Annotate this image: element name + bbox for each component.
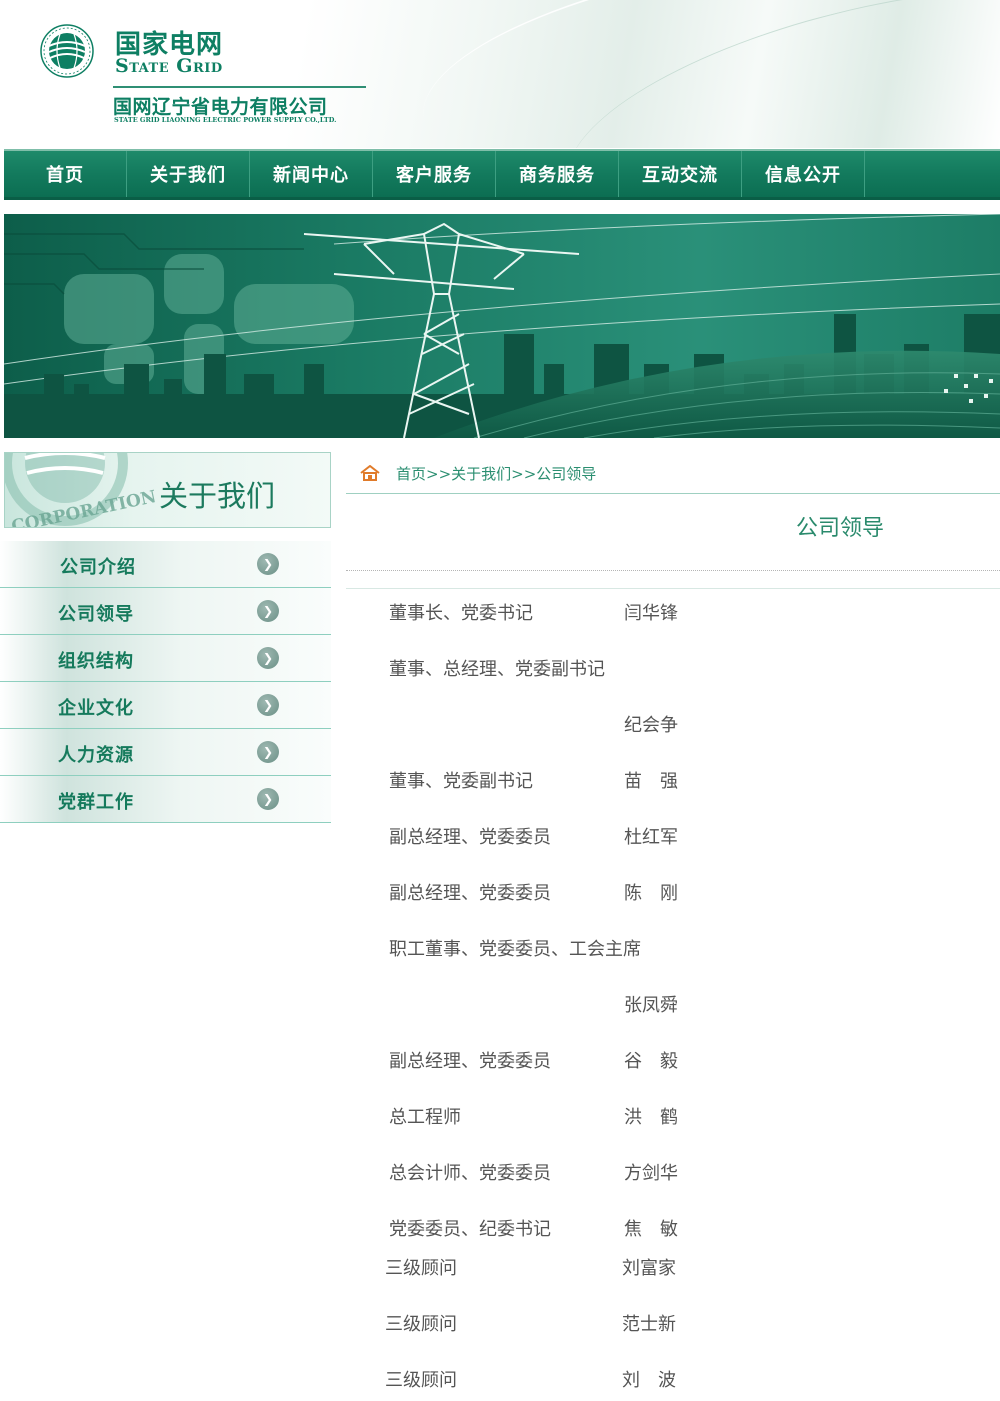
leader-name: 谷 毅 — [624, 1051, 678, 1072]
advisor-title: 三级顾问 — [385, 1258, 457, 1279]
leader-name: 陈 刚 — [624, 883, 678, 904]
leaders-list: 董事长、党委书记 闫华锋 董事、总经理、党委副书记 纪会争 董事、党委副书记 苗… — [0, 0, 1000, 1401]
advisor-name: 刘 波 — [622, 1370, 676, 1391]
leader-name: 焦 敏 — [624, 1219, 678, 1240]
advisor-name: 刘富家 — [622, 1258, 676, 1279]
leader-title: 总会计师、党委委员 — [389, 1163, 551, 1184]
leader-title: 董事、党委副书记 — [389, 771, 533, 792]
advisor-name: 范士新 — [622, 1314, 676, 1335]
leader-title: 董事长、党委书记 — [389, 603, 533, 624]
leader-title: 副总经理、党委委员 — [389, 883, 551, 904]
leader-title: 党委委员、纪委书记 — [389, 1219, 551, 1240]
leader-name: 洪 鹤 — [624, 1107, 678, 1128]
leader-title: 总工程师 — [389, 1107, 461, 1128]
leader-name: 张凤舜 — [624, 995, 678, 1016]
leader-title: 董事、总经理、党委副书记 — [389, 659, 605, 680]
advisor-title: 三级顾问 — [385, 1370, 457, 1391]
leader-title: 副总经理、党委委员 — [389, 827, 551, 848]
advisor-title: 三级顾问 — [385, 1314, 457, 1335]
leader-name: 闫华锋 — [624, 603, 678, 624]
leader-name: 杜红军 — [624, 827, 678, 848]
leader-title: 副总经理、党委委员 — [389, 1051, 551, 1072]
leader-name: 苗 强 — [624, 771, 678, 792]
leader-name: 方剑华 — [624, 1163, 678, 1184]
leader-title: 职工董事、党委委员、工会主席 — [389, 939, 641, 960]
leader-name: 纪会争 — [624, 715, 678, 736]
